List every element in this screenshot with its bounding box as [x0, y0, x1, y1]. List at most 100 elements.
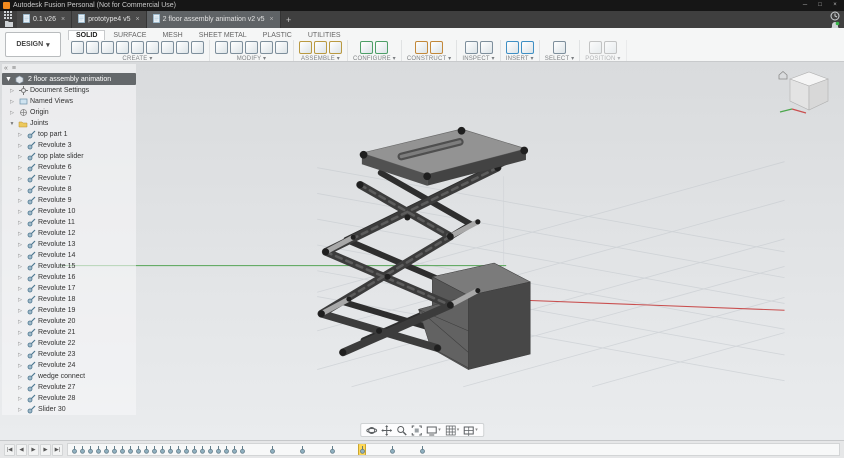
tool-group-label[interactable]: CONFIGURE ▾	[353, 55, 396, 61]
timeline-marker[interactable]	[419, 444, 425, 455]
timeline-marker[interactable]	[389, 444, 395, 455]
tool-icon[interactable]	[360, 41, 374, 54]
tree-toggle-icon[interactable]: ▷	[8, 110, 16, 116]
tree-toggle-icon[interactable]: ▷	[16, 407, 24, 413]
timeline-marker[interactable]	[223, 444, 229, 455]
browser-menu-icon[interactable]: ≡	[12, 65, 16, 72]
tool-icon[interactable]	[603, 41, 617, 54]
tree-toggle-icon[interactable]: ▷	[16, 242, 24, 248]
fit-icon[interactable]	[411, 425, 422, 436]
browser-joint-item[interactable]: ▷ Revolute 15	[2, 261, 136, 272]
tool-icon[interactable]	[161, 41, 174, 54]
tool-icon[interactable]	[101, 41, 114, 54]
browser-joint-item[interactable]: ▷ Revolute 17	[2, 283, 136, 294]
timeline-marker[interactable]	[79, 444, 85, 455]
timeline-marker[interactable]	[135, 444, 141, 455]
timeline-marker[interactable]	[159, 444, 165, 455]
tree-toggle-icon[interactable]: ▷	[16, 396, 24, 402]
tree-expand-icon[interactable]: ▼	[5, 76, 12, 83]
browser-joint-item[interactable]: ▷ Revolute 18	[2, 294, 136, 305]
ribbon-tab-solid[interactable]: SOLID	[68, 30, 106, 40]
tree-toggle-icon[interactable]: ▷	[16, 286, 24, 292]
tool-group-label[interactable]: CONSTRUCT ▾	[407, 55, 451, 61]
step-back-button[interactable]: ◀	[16, 443, 27, 456]
timeline-marker[interactable]	[127, 444, 133, 455]
timeline-track[interactable]	[67, 443, 840, 456]
maximize-button[interactable]: □	[814, 0, 826, 11]
display-settings-icon[interactable]: ▾	[426, 425, 441, 436]
timeline-marker[interactable]	[231, 444, 237, 455]
tool-icon[interactable]	[329, 41, 342, 54]
tool-icon[interactable]	[146, 41, 159, 54]
tool-icon[interactable]	[215, 41, 228, 54]
timeline-marker[interactable]	[358, 444, 366, 455]
tree-toggle-icon[interactable]: ▷	[16, 297, 24, 303]
tree-toggle-icon[interactable]: ▷	[16, 198, 24, 204]
browser-joint-item[interactable]: ▷ Revolute 24	[2, 360, 136, 371]
tool-icon[interactable]	[553, 41, 567, 54]
browser-joint-item[interactable]: ▷ Revolute 6	[2, 162, 136, 173]
tree-toggle-icon[interactable]: ▷	[16, 154, 24, 160]
play-button[interactable]: ▶	[28, 443, 39, 456]
go-to-start-button[interactable]: |◀	[4, 443, 15, 456]
data-panel-grid-icon[interactable]	[0, 11, 17, 20]
browser-joint-item[interactable]: ▷ Revolute 10	[2, 206, 136, 217]
tool-icon[interactable]	[430, 41, 444, 54]
browser-joint-item[interactable]: ▷ Revolute 11	[2, 217, 136, 228]
tool-icon[interactable]	[415, 41, 429, 54]
tree-toggle-icon[interactable]: ▷	[16, 330, 24, 336]
tree-toggle-icon[interactable]: ▷	[16, 220, 24, 226]
tree-toggle-icon[interactable]: ▷	[16, 165, 24, 171]
timeline-marker[interactable]	[207, 444, 213, 455]
grid-settings-icon[interactable]: ▾	[445, 425, 459, 436]
document-tab[interactable]: 2 floor assembly animation v2 v5 ×	[146, 11, 281, 28]
browser-joint-item[interactable]: ▷ Revolute 22	[2, 338, 136, 349]
ribbon-tab-plastic[interactable]: PLASTIC	[255, 30, 300, 40]
browser-joint-item[interactable]: ▷ top part 1	[2, 129, 136, 140]
browser-joint-item[interactable]: ▷ Revolute 23	[2, 349, 136, 360]
timeline-marker[interactable]	[239, 444, 245, 455]
tool-group-label[interactable]: INSERT ▾	[506, 55, 534, 61]
tree-toggle-icon[interactable]: ▷	[16, 143, 24, 149]
browser-joint-item[interactable]: ▷ Revolute 28	[2, 393, 136, 404]
tree-toggle-icon[interactable]: ▷	[16, 275, 24, 281]
tool-icon[interactable]	[314, 41, 327, 54]
browser-joint-item[interactable]: ▷ Revolute 7	[2, 173, 136, 184]
job-status-icon[interactable]	[826, 11, 844, 21]
new-tab-button[interactable]: +	[281, 11, 297, 28]
timeline-marker[interactable]	[111, 444, 117, 455]
browser-joint-item[interactable]: ▷ Revolute 19	[2, 305, 136, 316]
browser-joint-item[interactable]: ▷ Revolute 14	[2, 250, 136, 261]
tree-toggle-icon[interactable]: ▷	[16, 341, 24, 347]
timeline-marker[interactable]	[329, 444, 335, 455]
tool-icon[interactable]	[479, 41, 493, 54]
orbit-icon[interactable]	[366, 425, 378, 436]
browser-joint-item[interactable]: ▷ Revolute 21	[2, 327, 136, 338]
tool-group-label[interactable]: ASSEMBLE ▾	[301, 55, 340, 61]
tool-group-label[interactable]: SELECT ▾	[545, 55, 575, 61]
tree-toggle-icon[interactable]: ▷	[16, 209, 24, 215]
tool-icon[interactable]	[176, 41, 189, 54]
tool-group-label[interactable]: INSPECT ▾	[462, 55, 494, 61]
minimize-button[interactable]: ─	[799, 0, 811, 11]
browser-section-joints[interactable]: ▼ Joints	[2, 118, 136, 129]
tree-toggle-icon[interactable]: ▷	[16, 352, 24, 358]
file-folder-icon[interactable]	[0, 20, 17, 28]
tree-toggle-icon[interactable]: ▷	[16, 363, 24, 369]
tool-icon[interactable]	[505, 41, 519, 54]
document-tab[interactable]: 0.1 v26 ×	[17, 11, 73, 28]
tree-toggle-icon[interactable]: ▷	[8, 88, 16, 94]
tree-toggle-icon[interactable]: ▷	[16, 385, 24, 391]
timeline-marker[interactable]	[151, 444, 157, 455]
tool-icon[interactable]	[275, 41, 288, 54]
tree-toggle-icon[interactable]: ▷	[8, 99, 16, 105]
timeline-marker[interactable]	[215, 444, 221, 455]
tool-icon[interactable]	[464, 41, 478, 54]
browser-section-named-views[interactable]: ▷ Named Views	[2, 96, 136, 107]
tool-icon[interactable]	[230, 41, 243, 54]
scissor-lift-model[interactable]	[317, 126, 531, 370]
close-icon[interactable]: ×	[135, 16, 139, 23]
timeline-marker[interactable]	[167, 444, 173, 455]
ribbon-tab-mesh[interactable]: MESH	[154, 30, 190, 40]
tool-group-label[interactable]: CREATE ▾	[122, 55, 152, 61]
